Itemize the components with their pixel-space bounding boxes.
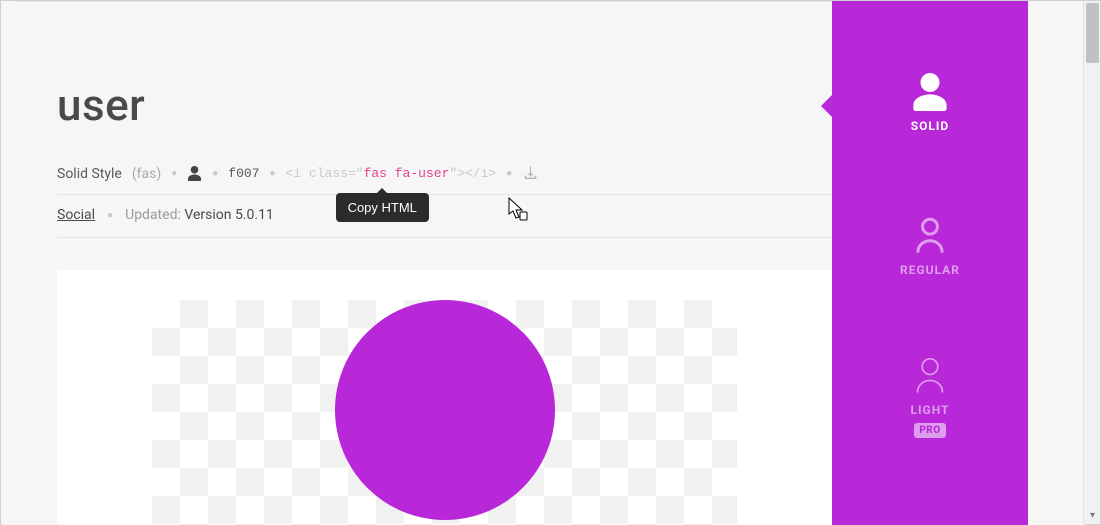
rail-active-pointer: [821, 95, 832, 117]
style-option-solid[interactable]: SOLID: [832, 73, 1028, 133]
style-label-solid: SOLID: [832, 119, 1028, 133]
html-snippet[interactable]: <i class="fas fa-user"></i> Copy HTML: [286, 166, 497, 181]
version-value: Version 5.0.11: [184, 207, 273, 223]
style-option-regular[interactable]: REGULAR: [832, 217, 1028, 277]
user-regular-icon: [832, 217, 1028, 255]
separator-dot: ●: [212, 168, 218, 179]
style-label-light: LIGHT: [832, 403, 1028, 417]
category-link[interactable]: Social: [57, 207, 95, 223]
copy-html-tooltip: Copy HTML: [336, 193, 429, 222]
download-icon[interactable]: [522, 165, 539, 182]
style-rail: SOLID REGULAR LIGHT PRO: [832, 1, 1028, 525]
window: user Solid Style (fas) ● ● f007 ● <i cla…: [0, 0, 1101, 525]
user-icon: [187, 166, 202, 181]
snippet-class: fas fa-user: [364, 166, 450, 181]
user-head-circle: [335, 300, 555, 520]
style-label-regular: REGULAR: [832, 263, 1028, 277]
scrollbar-down-arrow[interactable]: ▾: [1084, 507, 1101, 524]
meta-row-2: Social ● Updated: Version 5.0.11: [57, 207, 832, 238]
snippet-open: <i class=": [286, 166, 364, 181]
style-prefix: (fas): [132, 166, 161, 182]
separator-dot: ●: [171, 168, 177, 179]
snippet-close: "></i>: [449, 166, 496, 181]
icon-title: user: [57, 79, 832, 131]
updated-label: Updated:: [125, 207, 181, 223]
icon-preview: [57, 270, 832, 525]
separator-dot: ●: [107, 210, 113, 221]
pro-badge: PRO: [914, 423, 945, 438]
style-option-light[interactable]: LIGHT PRO: [832, 357, 1028, 438]
style-label: Solid Style: [57, 166, 122, 182]
meta-row-1: Solid Style (fas) ● ● f007 ● <i class="f…: [57, 165, 832, 195]
separator-dot: ●: [270, 168, 276, 179]
scrollbar[interactable]: ▾: [1083, 1, 1100, 524]
user-light-icon: [832, 357, 1028, 395]
main-content: user Solid Style (fas) ● ● f007 ● <i cla…: [57, 1, 832, 525]
unicode-value[interactable]: f007: [228, 166, 259, 181]
separator-dot: ●: [506, 168, 512, 179]
large-user-icon: [335, 300, 555, 525]
page-body: user Solid Style (fas) ● ● f007 ● <i cla…: [1, 1, 1085, 525]
scrollbar-thumb[interactable]: [1086, 3, 1099, 63]
user-solid-icon: [832, 73, 1028, 111]
